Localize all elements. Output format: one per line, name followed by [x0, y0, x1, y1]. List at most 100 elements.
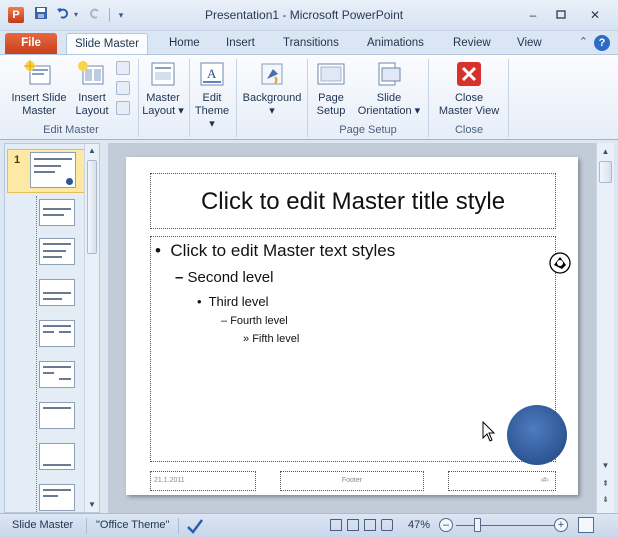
close-group-label: Close [454, 124, 484, 136]
edit-theme-icon: A [197, 59, 227, 89]
date-placeholder[interactable]: 21.1.2011 [150, 471, 256, 491]
text-level-3: • Third level [197, 294, 269, 309]
undo-dropdown-icon[interactable]: ▾ [72, 6, 80, 24]
page-setup-button[interactable]: Page Setup [310, 59, 352, 118]
tab-file[interactable]: File [5, 33, 57, 54]
undo-icon[interactable] [54, 6, 72, 24]
tab-view[interactable]: View [509, 33, 550, 54]
tab-insert[interactable]: Insert [218, 33, 263, 54]
customize-qat-icon[interactable]: ▾ [112, 6, 130, 24]
mouse-pointer-icon [482, 420, 496, 446]
slide-show-icon[interactable] [381, 519, 393, 531]
scroll-up-icon[interactable]: ▲ [85, 144, 99, 158]
background-dropdown-icon: ▾ [269, 105, 275, 117]
qat-separator [109, 8, 110, 22]
layout-thumbnail[interactable] [39, 361, 75, 388]
close-master-view-label-2: Master View [438, 105, 500, 117]
slide-sorter-view-icon[interactable] [347, 519, 359, 531]
edit-theme-label-2: Theme ▾ [194, 105, 230, 130]
tab-animations[interactable]: Animations [359, 33, 432, 54]
slide-master[interactable]: Click to edit Master title style • Click… [126, 157, 578, 495]
thumbnail-scrollbar[interactable]: ▲ ▼ [84, 144, 99, 512]
tab-slide-master[interactable]: Slide Master [66, 33, 148, 54]
blue-sphere-shape[interactable] [507, 405, 567, 465]
insert-layout-button[interactable]: Insert Layout [70, 59, 114, 118]
layout-thumbnail[interactable] [39, 484, 75, 511]
edit-theme-button[interactable]: A Edit Theme ▾ [191, 59, 233, 131]
zoom-level[interactable]: 47% [408, 519, 430, 531]
preserve-icon[interactable] [116, 101, 130, 115]
layout-thumbnail[interactable] [39, 238, 75, 265]
zoom-slider-knob[interactable] [474, 518, 481, 532]
minimize-ribbon-icon[interactable]: ⌃ [579, 35, 588, 48]
master-layout-label-2: Layout ▾ [142, 105, 184, 117]
next-slide-icon[interactable]: ⇟ [597, 493, 614, 507]
rotation-handle-icon[interactable] [548, 251, 572, 278]
spelling-check-icon[interactable] [186, 518, 204, 537]
layout-thumbnail[interactable] [39, 402, 75, 429]
background-label: Background [242, 92, 302, 104]
text-level-4: – Fourth level [221, 315, 288, 327]
help-icon[interactable]: ? [594, 35, 610, 51]
scroll-thumb[interactable] [599, 161, 612, 183]
master-thumbnail[interactable] [30, 152, 76, 188]
footer-date: 21.1.2011 [154, 477, 185, 484]
insert-slide-master-label-2: Master [22, 105, 56, 117]
slide-editing-canvas: Click to edit Master title style • Click… [108, 143, 596, 513]
slide-orientation-icon [374, 59, 404, 89]
layout-thumbnail[interactable] [39, 279, 75, 306]
layout-thumbnail[interactable] [39, 320, 75, 347]
zoom-out-icon[interactable]: – [439, 518, 453, 532]
insert-slide-master-icon [24, 59, 54, 89]
insert-slide-master-button[interactable]: Insert Slide Master [6, 59, 72, 118]
master-layout-button[interactable]: Master Layout ▾ [140, 59, 186, 118]
insert-layout-label-1: Insert [78, 92, 106, 104]
master-title-text: Click to edit Master title style [200, 188, 506, 215]
footer-placeholder[interactable]: Footer [280, 471, 424, 491]
layout-thumbnail[interactable] [39, 199, 75, 226]
powerpoint-app-icon[interactable]: P [8, 7, 24, 23]
slide-thumbnail-pane: 1 ▲ ▼ [4, 143, 100, 513]
group-separator [307, 59, 308, 137]
group-separator [508, 59, 509, 137]
zoom-slider-track[interactable] [456, 525, 556, 526]
fit-slide-to-window-icon[interactable] [578, 517, 594, 533]
svg-text:A: A [207, 66, 217, 81]
scroll-down-icon[interactable]: ▼ [597, 459, 614, 473]
page-setup-group-label: Page Setup [339, 124, 397, 136]
delete-icon[interactable] [116, 61, 130, 75]
tab-home[interactable]: Home [161, 33, 208, 54]
title-placeholder[interactable]: Click to edit Master title style [150, 173, 556, 229]
page-setup-icon [316, 59, 346, 89]
slide-orientation-button[interactable]: Slide Orientation ▾ [354, 59, 424, 118]
scroll-thumb[interactable] [87, 160, 97, 254]
previous-slide-icon[interactable]: ⇞ [597, 477, 614, 491]
window-title: Presentation1 - Microsoft PowerPoint [205, 8, 404, 22]
close-master-view-button[interactable]: Close Master View [432, 59, 506, 118]
master-layout-label-1: Master [146, 92, 180, 104]
redo-icon[interactable] [86, 6, 104, 24]
scroll-up-icon[interactable]: ▲ [597, 145, 614, 159]
minimize-icon[interactable]: – [520, 6, 546, 24]
status-theme-name[interactable]: "Office Theme" [96, 519, 169, 531]
close-icon[interactable]: ✕ [582, 6, 608, 24]
slide-number-placeholder[interactable]: ‹#› [448, 471, 556, 491]
normal-view-icon[interactable] [330, 519, 342, 531]
maximize-icon[interactable] [548, 6, 574, 24]
tab-transitions[interactable]: Transitions [275, 33, 347, 54]
ribbon: Insert Slide Master Insert Layout Edit M… [0, 54, 618, 140]
page-setup-label-2: Setup [316, 105, 346, 117]
edit-master-group-label: Edit Master [43, 124, 99, 136]
zoom-in-icon[interactable]: + [554, 518, 568, 532]
tab-review[interactable]: Review [445, 33, 499, 54]
save-icon[interactable] [32, 6, 50, 24]
rename-icon[interactable] [116, 81, 130, 95]
scroll-down-icon[interactable]: ▼ [85, 498, 99, 512]
layout-thumbnail[interactable] [39, 443, 75, 470]
insert-layout-label-2: Layout [75, 105, 109, 117]
reading-view-icon[interactable] [364, 519, 376, 531]
slide-scrollbar[interactable]: ▲ ▼ ⇞ ⇟ [596, 143, 614, 513]
status-separator [178, 518, 179, 534]
background-button[interactable]: Background ▾ [238, 59, 306, 118]
status-bar: Slide Master "Office Theme" 47% – + [0, 513, 618, 537]
